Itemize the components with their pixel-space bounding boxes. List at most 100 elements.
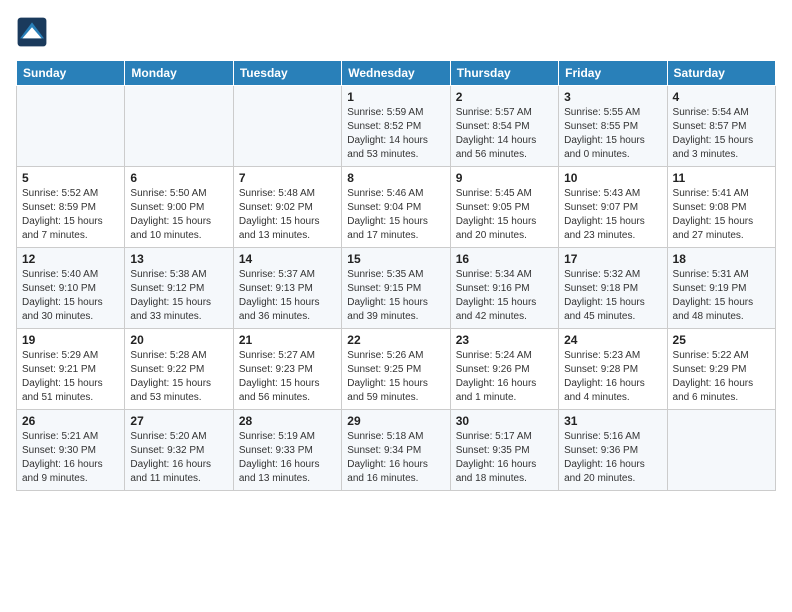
day-info: Sunrise: 5:28 AMSunset: 9:22 PMDaylight:… — [130, 349, 227, 405]
day-number: 3 — [564, 90, 661, 104]
day-info: Sunrise: 5:57 AMSunset: 8:54 PMDaylight:… — [456, 106, 553, 162]
day-info: Sunrise: 5:18 AMSunset: 9:34 PMDaylight:… — [347, 430, 444, 486]
calendar-cell: 30Sunrise: 5:17 AMSunset: 9:35 PMDayligh… — [450, 410, 558, 491]
calendar-cell: 2 Sunrise: 5:57 AMSunset: 8:54 PMDaylight… — [450, 86, 558, 167]
calendar-cell: 28Sunrise: 5:19 AMSunset: 9:33 PMDayligh… — [233, 410, 341, 491]
day-info: Sunrise: 5:31 AMSunset: 9:19 PMDaylight:… — [673, 268, 770, 324]
calendar-cell: 25Sunrise: 5:22 AMSunset: 9:29 PMDayligh… — [667, 329, 775, 410]
day-number: 12 — [22, 252, 119, 266]
calendar-cell: 5Sunrise: 5:52 AMSunset: 8:59 PMDaylight… — [17, 167, 125, 248]
calendar-cell: 11 Sunrise: 5:41 AMSunset: 9:08 PMDayligh… — [667, 167, 775, 248]
day-number: 31 — [564, 414, 661, 428]
logo-icon — [16, 16, 48, 48]
day-info: Sunrise: 5:34 AMSunset: 9:16 PMDaylight:… — [456, 268, 553, 324]
day-info: Sunrise: 5:50 AMSunset: 9:00 PMDaylight:… — [130, 187, 227, 243]
day-number: 15 — [347, 252, 444, 266]
day-info: Sunrise: 5:54 AMSunset: 8:57 PMDaylight:… — [673, 106, 770, 162]
calendar-cell: 14 Sunrise: 5:37 AMSunset: 9:13 PMDayligh… — [233, 248, 341, 329]
calendar-cell: 9 Sunrise: 5:45 AMSunset: 9:05 PMDaylight… — [450, 167, 558, 248]
calendar-week-5: 26 Sunrise: 5:21 AMSunset: 9:30 PMDayligh… — [17, 410, 776, 491]
calendar-cell: 26 Sunrise: 5:21 AMSunset: 9:30 PMDayligh… — [17, 410, 125, 491]
day-info: Sunrise: 5:16 AMSunset: 9:36 PMDaylight:… — [564, 430, 661, 486]
calendar-cell: 27Sunrise: 5:20 AMSunset: 9:32 PMDayligh… — [125, 410, 233, 491]
day-info: Sunrise: 5:59 AMSunset: 8:52 PMDaylight:… — [347, 106, 444, 162]
day-number: 7 — [239, 171, 336, 185]
day-number: 13 — [130, 252, 227, 266]
calendar-body: 1 Sunrise: 5:59 AMSunset: 8:52 PMDaylight… — [17, 86, 776, 491]
calendar-cell: 10 Sunrise: 5:43 AMSunset: 9:07 PMDayligh… — [559, 167, 667, 248]
day-number: 16 — [456, 252, 553, 266]
weekday-header-tuesday: Tuesday — [233, 61, 341, 86]
day-number: 22 — [347, 333, 444, 347]
calendar-cell: 13 Sunrise: 5:38 AMSunset: 9:12 PMDayligh… — [125, 248, 233, 329]
day-info: Sunrise: 5:41 AMSunset: 9:08 PMDaylight:… — [673, 187, 770, 243]
day-number: 6 — [130, 171, 227, 185]
calendar-table: SundayMondayTuesdayWednesdayThursdayFrid… — [16, 60, 776, 491]
day-number: 11 — [673, 171, 770, 185]
calendar-cell — [17, 86, 125, 167]
calendar-cell: 23 Sunrise: 5:24 AMSunset: 9:26 PMDayligh… — [450, 329, 558, 410]
weekday-header-wednesday: Wednesday — [342, 61, 450, 86]
day-info: Sunrise: 5:24 AMSunset: 9:26 PMDaylight:… — [456, 349, 553, 405]
day-info: Sunrise: 5:17 AMSunset: 9:35 PMDaylight:… — [456, 430, 553, 486]
day-number: 2 — [456, 90, 553, 104]
calendar-week-2: 5Sunrise: 5:52 AMSunset: 8:59 PMDaylight… — [17, 167, 776, 248]
calendar-week-1: 1 Sunrise: 5:59 AMSunset: 8:52 PMDaylight… — [17, 86, 776, 167]
page-header — [16, 16, 776, 48]
weekday-header-friday: Friday — [559, 61, 667, 86]
calendar-cell — [233, 86, 341, 167]
day-info: Sunrise: 5:43 AMSunset: 9:07 PMDaylight:… — [564, 187, 661, 243]
calendar-cell: 7Sunrise: 5:48 AMSunset: 9:02 PMDaylight… — [233, 167, 341, 248]
calendar-cell: 21Sunrise: 5:27 AMSunset: 9:23 PMDayligh… — [233, 329, 341, 410]
day-number: 8 — [347, 171, 444, 185]
day-info: Sunrise: 5:23 AMSunset: 9:28 PMDaylight:… — [564, 349, 661, 405]
day-number: 29 — [347, 414, 444, 428]
day-info: Sunrise: 5:38 AMSunset: 9:12 PMDaylight:… — [130, 268, 227, 324]
weekday-header-saturday: Saturday — [667, 61, 775, 86]
day-info: Sunrise: 5:32 AMSunset: 9:18 PMDaylight:… — [564, 268, 661, 324]
weekday-header-row: SundayMondayTuesdayWednesdayThursdayFrid… — [17, 61, 776, 86]
calendar-cell: 19 Sunrise: 5:29 AMSunset: 9:21 PMDayligh… — [17, 329, 125, 410]
day-number: 5 — [22, 171, 119, 185]
calendar-cell: 20Sunrise: 5:28 AMSunset: 9:22 PMDayligh… — [125, 329, 233, 410]
day-info: Sunrise: 5:29 AMSunset: 9:21 PMDaylight:… — [22, 349, 119, 405]
day-number: 4 — [673, 90, 770, 104]
day-number: 26 — [22, 414, 119, 428]
day-number: 14 — [239, 252, 336, 266]
calendar-cell: 31 Sunrise: 5:16 AMSunset: 9:36 PMDayligh… — [559, 410, 667, 491]
day-info: Sunrise: 5:26 AMSunset: 9:25 PMDaylight:… — [347, 349, 444, 405]
calendar-week-3: 12 Sunrise: 5:40 AMSunset: 9:10 PMDayligh… — [17, 248, 776, 329]
day-number: 23 — [456, 333, 553, 347]
calendar-cell: 17 Sunrise: 5:32 AMSunset: 9:18 PMDayligh… — [559, 248, 667, 329]
day-number: 21 — [239, 333, 336, 347]
weekday-header-thursday: Thursday — [450, 61, 558, 86]
day-number: 1 — [347, 90, 444, 104]
day-info: Sunrise: 5:21 AMSunset: 9:30 PMDaylight:… — [22, 430, 119, 486]
logo — [16, 16, 52, 48]
day-number: 10 — [564, 171, 661, 185]
day-info: Sunrise: 5:45 AMSunset: 9:05 PMDaylight:… — [456, 187, 553, 243]
calendar-cell: 16 Sunrise: 5:34 AMSunset: 9:16 PMDayligh… — [450, 248, 558, 329]
day-info: Sunrise: 5:20 AMSunset: 9:32 PMDaylight:… — [130, 430, 227, 486]
day-info: Sunrise: 5:37 AMSunset: 9:13 PMDaylight:… — [239, 268, 336, 324]
calendar-cell — [125, 86, 233, 167]
calendar-week-4: 19 Sunrise: 5:29 AMSunset: 9:21 PMDayligh… — [17, 329, 776, 410]
day-number: 19 — [22, 333, 119, 347]
calendar-cell: 3 Sunrise: 5:55 AMSunset: 8:55 PMDaylight… — [559, 86, 667, 167]
calendar-cell: 24Sunrise: 5:23 AMSunset: 9:28 PMDayligh… — [559, 329, 667, 410]
calendar-cell: 15Sunrise: 5:35 AMSunset: 9:15 PMDayligh… — [342, 248, 450, 329]
day-number: 17 — [564, 252, 661, 266]
day-number: 18 — [673, 252, 770, 266]
day-info: Sunrise: 5:40 AMSunset: 9:10 PMDaylight:… — [22, 268, 119, 324]
day-number: 9 — [456, 171, 553, 185]
calendar-cell: 8Sunrise: 5:46 AMSunset: 9:04 PMDaylight… — [342, 167, 450, 248]
calendar-cell: 22 Sunrise: 5:26 AMSunset: 9:25 PMDayligh… — [342, 329, 450, 410]
day-number: 28 — [239, 414, 336, 428]
weekday-header-monday: Monday — [125, 61, 233, 86]
day-number: 25 — [673, 333, 770, 347]
calendar-cell: 6 Sunrise: 5:50 AMSunset: 9:00 PMDaylight… — [125, 167, 233, 248]
day-info: Sunrise: 5:55 AMSunset: 8:55 PMDaylight:… — [564, 106, 661, 162]
calendar-cell: 29 Sunrise: 5:18 AMSunset: 9:34 PMDayligh… — [342, 410, 450, 491]
calendar-header: SundayMondayTuesdayWednesdayThursdayFrid… — [17, 61, 776, 86]
calendar-cell: 18 Sunrise: 5:31 AMSunset: 9:19 PMDayligh… — [667, 248, 775, 329]
